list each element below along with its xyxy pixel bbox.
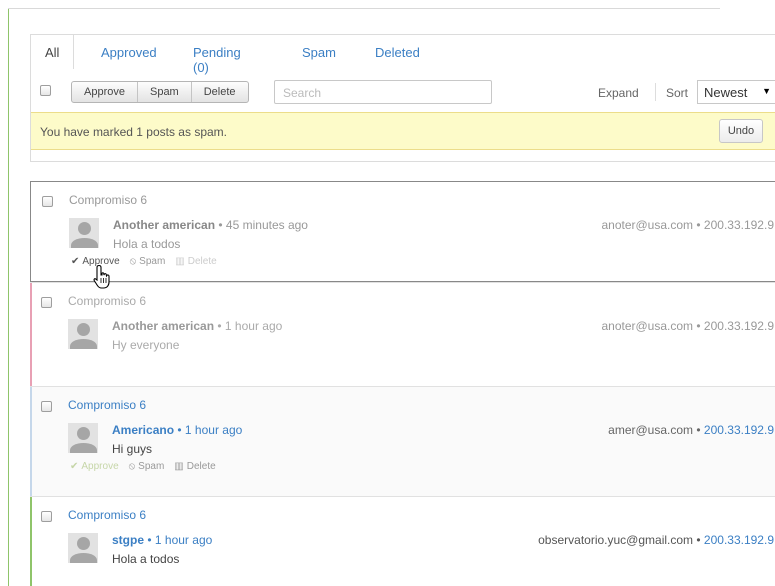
post-message: Hola a todos [112, 552, 180, 566]
post-checkbox[interactable] [41, 401, 52, 412]
avatar [68, 319, 98, 349]
separator: • [696, 423, 701, 437]
check-icon: ✔ [71, 256, 80, 267]
post-author-line: Americano • 1 hour ago [112, 423, 242, 437]
divider [655, 83, 656, 101]
notice-text: You have marked 1 posts as spam. [40, 125, 227, 139]
bulk-delete-button[interactable]: Delete [192, 82, 248, 102]
avatar [68, 533, 98, 563]
author-email: anoter@usa.com [601, 218, 694, 232]
separator: • [177, 423, 182, 437]
thread-title[interactable]: Compromiso 6 [69, 193, 147, 207]
author-email: amer@usa.com [608, 423, 694, 437]
tab-pending[interactable]: Pending (0) [193, 45, 241, 75]
top-border [8, 8, 720, 9]
post-checkbox[interactable] [42, 196, 53, 207]
post-checkbox[interactable] [41, 511, 52, 522]
moderation-panel: All Approved Pending (0) Spam Deleted Ap… [30, 34, 775, 162]
avatar [68, 423, 98, 453]
post-meta: anoter@usa.com • 200.33.192.9 [601, 218, 774, 232]
separator: • [696, 533, 701, 547]
post-meta: anoter@usa.com • 200.33.192.9 [601, 319, 774, 333]
bulk-spam-button[interactable]: Spam [138, 82, 192, 102]
post-message: Hi guys [112, 442, 153, 456]
author-email: anoter@usa.com [601, 319, 694, 333]
check-icon: ✔ [70, 461, 79, 472]
delete-action[interactable]: ▥ Delete [175, 256, 216, 267]
post-meta: observatorio.yuc@gmail.com • 200.33.192.… [538, 533, 774, 547]
search-input[interactable]: Search [274, 80, 492, 104]
approved-status-bar [30, 497, 32, 586]
bulk-toolbar: Approve Spam Delete Search Expand Sort N… [31, 79, 775, 105]
approve-action[interactable]: ✔ Approve [70, 461, 119, 472]
post-meta: amer@usa.com • 200.33.192.9 [608, 423, 774, 437]
post-checkbox[interactable] [41, 297, 52, 308]
spam-status-bar [30, 283, 32, 386]
chevron-down-icon: ▼ [762, 86, 771, 96]
post-item: Compromiso 6 Americano • 1 hour ago Hi g… [30, 386, 775, 496]
author-name[interactable]: Americano [112, 423, 174, 437]
author-email: observatorio.yuc@gmail.com [538, 533, 694, 547]
undo-button[interactable]: Undo [719, 119, 763, 143]
select-all-checkbox[interactable] [40, 85, 51, 96]
trash-icon: ▥ [175, 256, 185, 267]
block-icon: ⦸ [128, 461, 136, 472]
sort-label: Sort [666, 86, 689, 100]
thread-title[interactable]: Compromiso 6 [68, 398, 146, 412]
post-time: 45 minutes ago [225, 218, 308, 232]
post-author-line: Another american • 45 minutes ago [113, 218, 308, 232]
post-time[interactable]: 1 hour ago [155, 533, 212, 547]
sort-select[interactable]: Newest ▼ [697, 80, 775, 104]
block-icon: ⦸ [129, 256, 137, 267]
tab-approved[interactable]: Approved [101, 45, 157, 60]
author-ip[interactable]: 200.33.192.9 [704, 533, 774, 547]
author-name[interactable]: Another american [112, 319, 214, 333]
separator: • [218, 218, 223, 232]
avatar [69, 218, 99, 248]
pending-status-bar [30, 387, 32, 496]
separator: • [147, 533, 152, 547]
spam-notice: You have marked 1 posts as spam. Undo [31, 112, 775, 150]
hand-cursor-icon [93, 264, 110, 289]
author-ip[interactable]: 200.33.192.9 [704, 423, 774, 437]
spam-action[interactable]: ⦸ Spam [130, 256, 166, 267]
author-name[interactable]: Another american [113, 218, 215, 232]
bulk-action-buttons: Approve Spam Delete [71, 81, 249, 103]
delete-action[interactable]: ▥ Delete [174, 461, 215, 472]
sort-selected-value: Newest [704, 85, 748, 100]
post-time: 1 hour ago [224, 319, 283, 333]
post-message: Hy everyone [112, 338, 180, 352]
post-item: Compromiso 6 stgpe • 1 hour ago Hola a t… [30, 496, 775, 586]
author-ip: 200.33.192.9 [703, 218, 774, 232]
left-border [8, 8, 9, 586]
post-message: Hola a todos [113, 237, 181, 251]
thread-title[interactable]: Compromiso 6 [68, 508, 146, 522]
trash-icon: ▥ [174, 461, 184, 472]
thread-title[interactable]: Compromiso 6 [68, 294, 146, 308]
post-item: Compromiso 6 Another american • 45 minut… [30, 181, 775, 282]
bulk-approve-button[interactable]: Approve [72, 82, 138, 102]
separator: • [696, 218, 701, 232]
post-author-line: Another american • 1 hour ago [112, 319, 282, 333]
tab-spam[interactable]: Spam [302, 45, 336, 60]
author-ip: 200.33.192.9 [703, 319, 774, 333]
author-name[interactable]: stgpe [112, 533, 144, 547]
separator: • [217, 319, 222, 333]
tab-all[interactable]: All [30, 34, 74, 69]
post-item: Compromiso 6 Another american • 1 hour a… [30, 282, 775, 386]
expand-link[interactable]: Expand [598, 86, 639, 100]
post-time[interactable]: 1 hour ago [185, 423, 242, 437]
separator: • [696, 319, 701, 333]
spam-action[interactable]: ⦸ Spam [129, 461, 165, 472]
post-actions: ✔ Approve ⦸ Spam ▥ Delete [70, 461, 216, 472]
post-author-line: stgpe • 1 hour ago [112, 533, 212, 547]
tab-deleted[interactable]: Deleted [375, 45, 420, 60]
